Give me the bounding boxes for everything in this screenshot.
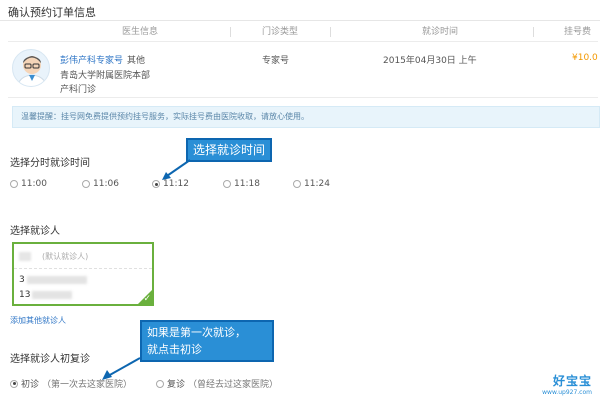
watermark-logo: 好宝宝 www.up927.com: [542, 374, 592, 396]
fee-value: ¥10.0: [572, 53, 598, 63]
time-option-1124[interactable]: 11:24: [293, 178, 330, 190]
doctor-name-row: 彭伟产科专家号 其他: [60, 53, 145, 66]
title-divider: [0, 20, 600, 21]
header-separator: [533, 27, 534, 37]
row-divider: [8, 97, 598, 98]
patient-name-redacted: [19, 252, 31, 261]
id-redacted: [26, 276, 87, 284]
time-option-1118[interactable]: 11:18: [223, 178, 260, 190]
return-visit-option[interactable]: 复诊 （曾经去过这家医院）: [156, 377, 278, 390]
patient-card[interactable]: (默认就诊人) 3 13 ✓: [12, 242, 154, 306]
time-option-1100[interactable]: 11:00: [10, 178, 47, 190]
notice-banner: 温馨提醒：挂号网免费提供预约挂号服务，实际挂号费由医院收取，请放心使用。: [12, 106, 600, 128]
doctor-tag: 其他: [127, 56, 146, 66]
radio-icon[interactable]: [10, 180, 18, 188]
header-visit-time: 就诊时间: [421, 27, 458, 37]
time-option-1106[interactable]: 11:06: [82, 178, 119, 190]
doctor-department: 产科门诊: [60, 85, 97, 95]
doctor-avatar: [12, 49, 50, 87]
doctor-name-link[interactable]: 彭伟产科专家号: [60, 56, 123, 66]
page-title: 确认预约订单信息: [8, 6, 96, 19]
radio-icon[interactable]: [156, 379, 164, 388]
doctor-hospital: 青岛大学附属医院本部: [60, 71, 151, 81]
radio-checked-icon[interactable]: [152, 180, 160, 188]
visit-type-section-title: 选择就诊人初复诊: [10, 354, 90, 365]
first-visit-option[interactable]: 初诊 （第一次去这家医院）: [10, 377, 132, 390]
callout-first-visit: 如果是第一次就诊， 就点击初诊: [140, 320, 274, 362]
patient-id: 3: [19, 275, 87, 285]
radio-icon[interactable]: [293, 180, 301, 188]
patient-section-title: 选择就诊人: [10, 226, 60, 237]
radio-icon[interactable]: [223, 180, 231, 188]
add-patient-link[interactable]: 添加其他就诊人: [10, 315, 66, 326]
header-divider: [8, 41, 598, 42]
clinic-type-value: 专家号: [262, 56, 290, 66]
header-separator: [230, 27, 231, 37]
checkmark-icon: ✓: [143, 294, 151, 304]
time-option-1112[interactable]: 11:12: [152, 178, 189, 190]
patient-card-header: (默认就诊人): [14, 244, 152, 269]
header-doctor-info: 医生信息: [121, 27, 158, 37]
header-separator: [330, 27, 331, 37]
default-patient-label: (默认就诊人): [42, 252, 89, 261]
radio-checked-icon[interactable]: [10, 379, 18, 388]
header-fee: 挂号费: [563, 27, 591, 37]
visit-time-value: 2015年04月30日 上午: [383, 56, 477, 66]
radio-icon[interactable]: [82, 180, 90, 188]
header-clinic-type: 门诊类型: [261, 27, 298, 37]
time-section-title: 选择分时就诊时间: [10, 158, 90, 169]
phone-redacted: [32, 291, 73, 299]
patient-phone: 13: [19, 290, 73, 300]
